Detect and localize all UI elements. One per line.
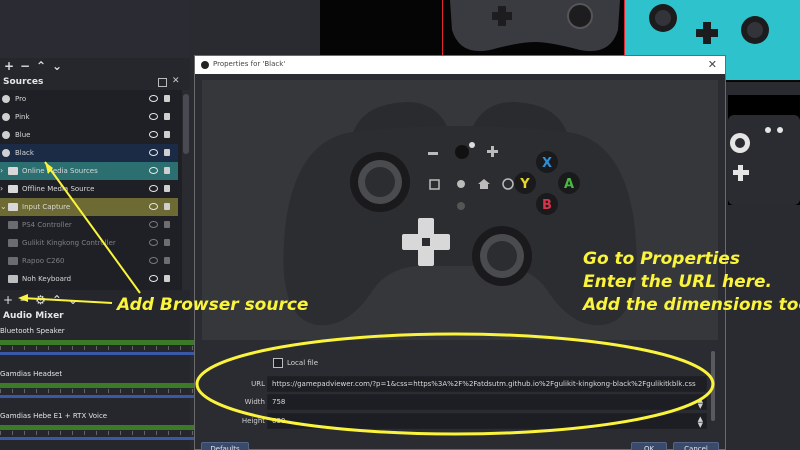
arrow-to-black-source <box>44 161 141 294</box>
annotation-add-source: Add Browser source <box>117 295 309 315</box>
annotation-line-2: Enter the URL here. <box>583 272 773 292</box>
obs-window: + − ⌃ ⌄ Sources ✕ Pro Pink Blue Black › … <box>0 0 800 450</box>
annotation-overlay <box>18 161 715 436</box>
highlight-ellipse <box>195 332 715 436</box>
annotation-line-1: Go to Properties <box>583 249 740 269</box>
arrowhead <box>18 294 28 302</box>
annotation-line-3: Add the dimensions too. <box>583 295 800 315</box>
arrow-to-add-button <box>21 297 113 304</box>
